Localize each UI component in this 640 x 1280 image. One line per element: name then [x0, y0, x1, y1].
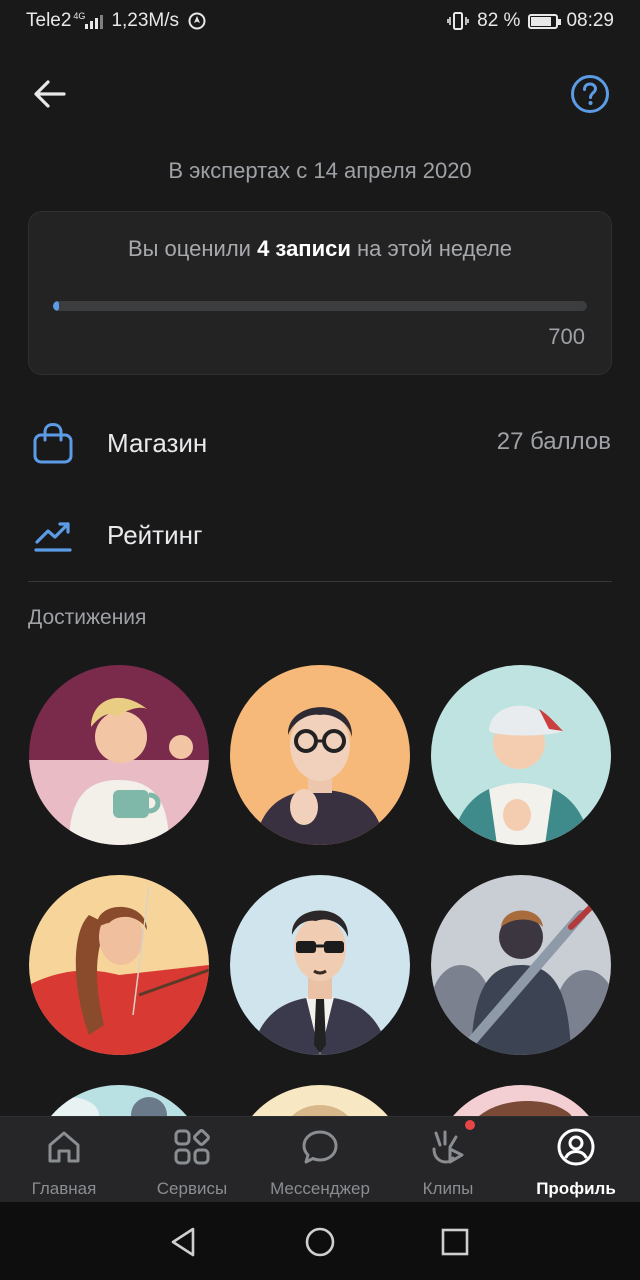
nav-recents-icon[interactable] — [435, 1222, 475, 1262]
tab-home[interactable]: Главная — [0, 1117, 128, 1203]
achievement-badge-glasses-man[interactable] — [230, 665, 410, 845]
nav-back-icon[interactable] — [163, 1222, 203, 1262]
achievements-grid — [0, 663, 640, 1123]
clips-icon — [432, 1130, 464, 1164]
tab-clips-label: Клипы — [422, 1179, 474, 1198]
clips-notification-badge — [465, 1120, 475, 1130]
network-type: 4G — [73, 11, 86, 21]
tab-profile[interactable]: Профиль — [512, 1117, 640, 1203]
signal-icon — [85, 13, 104, 29]
weekly-rated-suffix: на этой неделе — [357, 236, 513, 261]
shopping-bag-icon — [33, 422, 73, 464]
menu-item-rating-label: Рейтинг — [107, 520, 203, 550]
location-icon — [188, 12, 206, 30]
header — [0, 62, 640, 126]
menu-item-rating[interactable]: Рейтинг — [0, 500, 640, 572]
achievement-badge-tea-man[interactable] — [29, 665, 209, 845]
nav-home-icon[interactable] — [300, 1222, 340, 1262]
profile-icon — [557, 1128, 595, 1166]
weekly-progress-card: Вы оценили 4 записи на этой неделе 700 — [28, 211, 612, 375]
divider — [28, 581, 612, 582]
menu-item-shop-label: Магазин — [107, 428, 208, 458]
bottom-tab-bar: Главная Сервисы Мессенджер Клипы Профиль — [0, 1116, 640, 1203]
tab-profile-label: Профиль — [536, 1179, 616, 1198]
tab-messenger[interactable]: Мессенджер — [256, 1117, 384, 1203]
trending-chart-icon — [34, 522, 72, 552]
clock: 08:29 — [566, 10, 614, 31]
shop-points: 27 баллов — [496, 428, 611, 455]
weekly-progress-bar — [53, 301, 587, 311]
tab-services[interactable]: Сервисы — [128, 1117, 256, 1203]
weekly-rated-prefix: Вы оценили — [127, 236, 251, 261]
system-nav-bar — [0, 1202, 640, 1280]
chat-bubble-icon — [302, 1130, 338, 1164]
battery-percent: 82 % — [477, 10, 521, 31]
status-bar: Tele2 4G 1,23M/s 82 % 08:29 — [0, 0, 640, 44]
battery-icon — [528, 13, 562, 29]
expert-since-text: В экспертах с 14 апреля 2020 — [168, 158, 472, 183]
question-circle-icon[interactable] — [570, 74, 610, 114]
achievement-badge-archer[interactable] — [29, 875, 209, 1055]
weekly-rated-count: 4 записи — [257, 236, 351, 261]
tab-clips[interactable]: Клипы — [384, 1117, 512, 1203]
carrier-name: Tele2 — [26, 10, 72, 31]
vibrate-icon — [447, 12, 469, 30]
achievement-badge-swordsman[interactable] — [431, 875, 611, 1055]
weekly-progress-fill — [53, 301, 59, 311]
tab-messenger-label: Мессенджер — [270, 1179, 370, 1198]
network-speed: 1,23M/s — [111, 10, 180, 31]
menu-item-shop[interactable]: Магазин 27 баллов — [0, 408, 640, 480]
tab-home-label: Главная — [31, 1179, 97, 1198]
achievement-badge-angry-kid[interactable] — [431, 665, 611, 845]
arrow-left-icon[interactable] — [28, 72, 72, 116]
achievement-badge-sunglasses-man[interactable] — [230, 875, 410, 1055]
services-grid-icon — [174, 1129, 210, 1165]
weekly-rated-text: Вы оценили 4 записи на этой неделе — [29, 236, 611, 262]
achievements-title: Достижения — [28, 606, 147, 629]
home-icon — [48, 1131, 80, 1163]
weekly-goal: 700 — [548, 324, 585, 349]
tab-services-label: Сервисы — [156, 1179, 228, 1198]
